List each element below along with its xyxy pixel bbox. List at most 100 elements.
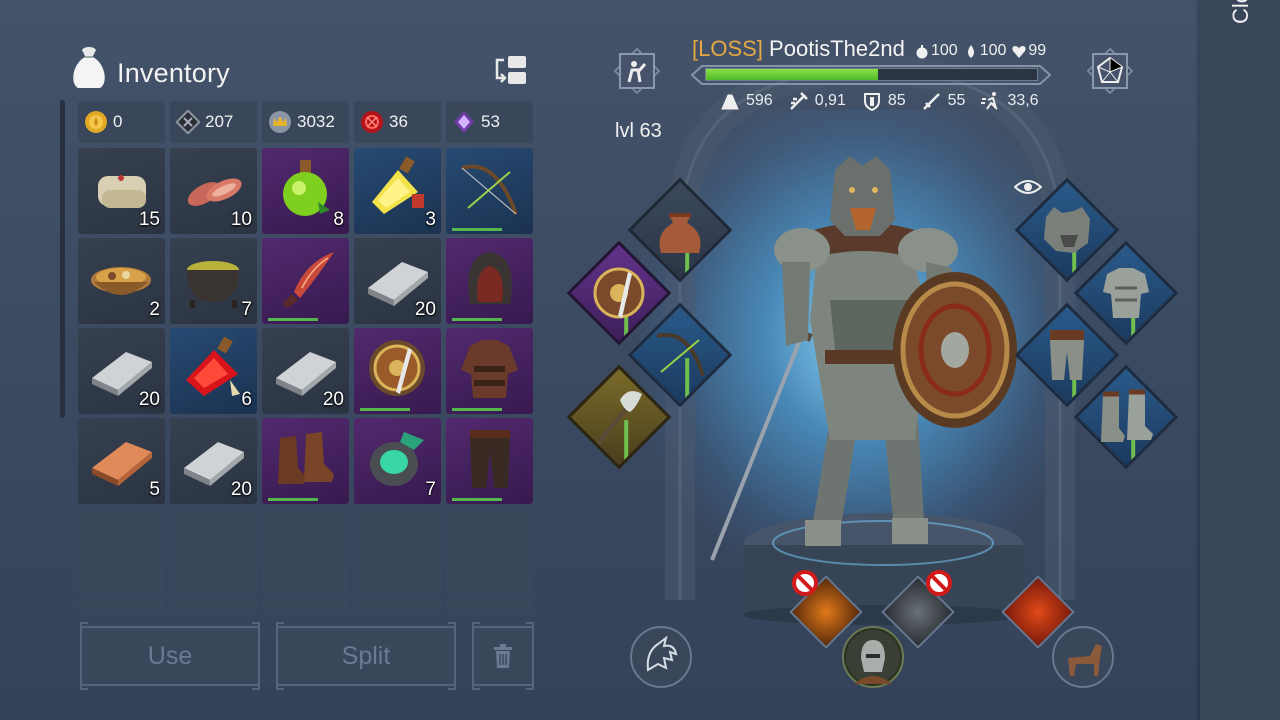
- axe-icon: [596, 391, 642, 446]
- inventory-slot-empty[interactable]: [354, 598, 441, 614]
- inventory-slot[interactable]: [354, 328, 441, 414]
- stats-radar-button[interactable]: [1087, 48, 1133, 94]
- item-quantity: 15: [138, 209, 160, 230]
- green-flask-icon: [370, 432, 424, 486]
- inventory-slot-empty[interactable]: [78, 598, 165, 614]
- item-quantity: 20: [322, 389, 344, 410]
- inventory-slot-empty[interactable]: [170, 508, 257, 594]
- item-quantity: 7: [425, 479, 436, 500]
- copper-ingot-icon: [92, 442, 152, 486]
- health-value: 99: [1028, 42, 1047, 59]
- vitals: 100 100 99: [915, 42, 1046, 60]
- item-quantity: 10: [230, 209, 252, 230]
- inventory-slot[interactable]: 2: [78, 238, 165, 324]
- item-quantity: 6: [241, 389, 252, 410]
- inventory-slot-empty[interactable]: [262, 598, 349, 614]
- bow-icon: [656, 332, 705, 377]
- resource-value: 0: [113, 112, 123, 131]
- eye-icon[interactable]: [1014, 178, 1042, 196]
- item-quantity: 7: [241, 299, 252, 320]
- mount-button[interactable]: [1052, 626, 1114, 688]
- clothing-panel[interactable]: [1200, 0, 1280, 720]
- character-portrait-button[interactable]: [842, 626, 904, 688]
- inventory-slot-empty[interactable]: [262, 508, 349, 594]
- inventory-slot-empty[interactable]: [446, 598, 533, 614]
- inventory-title: Inventory: [117, 58, 230, 88]
- inventory-slot-empty[interactable]: [78, 508, 165, 594]
- leather-armor-icon: [461, 340, 518, 398]
- damage-value: 55: [947, 92, 966, 109]
- soup-pot-icon: [187, 261, 239, 308]
- chest-armor-icon: [1103, 268, 1149, 318]
- resource-value: 3032: [297, 112, 335, 131]
- damage-icon: [922, 93, 940, 110]
- player-name-row: [LOSS] PootisThe2nd: [692, 36, 905, 62]
- customize-character-button[interactable]: [614, 48, 660, 94]
- inventory-slot[interactable]: 6: [170, 328, 257, 414]
- food-value: 100: [931, 42, 958, 59]
- inventory-scrollbar[interactable]: [60, 100, 65, 418]
- weight-stat: 596: [720, 91, 773, 111]
- split-button[interactable]: Split: [276, 622, 456, 690]
- iron-nugget-icon: [176, 110, 200, 134]
- sort-inventory-icon[interactable]: [494, 54, 528, 86]
- inventory-slot-empty[interactable]: [354, 508, 441, 594]
- water-value: 100: [979, 42, 1007, 59]
- gold-coin-icon: [85, 111, 107, 133]
- clothing-tab-label[interactable]: Clo: [1228, 0, 1254, 24]
- inventory-slot[interactable]: 7: [354, 418, 441, 504]
- inventory-slot[interactable]: [262, 238, 349, 324]
- inventory-slot[interactable]: 7: [170, 238, 257, 324]
- shield-sword-icon: [369, 340, 425, 396]
- durability-bar: [452, 408, 502, 411]
- inventory-slot[interactable]: 20: [170, 418, 257, 504]
- inventory-slot-empty[interactable]: [446, 508, 533, 594]
- inventory-slot[interactable]: 20: [78, 328, 165, 414]
- run-speed-stat: 33,6: [981, 91, 1039, 111]
- inventory-slot[interactable]: 20: [262, 328, 349, 414]
- durability-bar: [360, 408, 410, 411]
- resource-gold: 0: [78, 101, 165, 143]
- inventory-slot-empty[interactable]: [170, 598, 257, 614]
- dragon-button[interactable]: [630, 626, 692, 688]
- inventory-slot[interactable]: 20: [354, 238, 441, 324]
- armor-value: 85: [887, 92, 906, 109]
- resource-value: 207: [205, 112, 234, 131]
- player-name: PootisThe2nd: [769, 36, 905, 61]
- trash-icon: [494, 644, 512, 668]
- delete-button[interactable]: [472, 622, 534, 690]
- inventory-slot[interactable]: 15: [78, 148, 165, 234]
- clan-tag: [LOSS]: [692, 36, 763, 61]
- resource-crown-coin: 3032: [262, 101, 349, 143]
- inventory-slot[interactable]: 10: [170, 148, 257, 234]
- red-seal-icon: [361, 111, 383, 133]
- attack-speed-value: 0,91: [814, 92, 846, 109]
- use-button[interactable]: Use: [80, 622, 260, 690]
- crown-coin-icon: [269, 111, 291, 133]
- durability-bar: [452, 228, 502, 231]
- inventory-slot[interactable]: [446, 418, 533, 504]
- horse-icon: [1068, 644, 1102, 676]
- item-quantity: 20: [414, 299, 436, 320]
- inventory-slot[interactable]: 5: [78, 418, 165, 504]
- durability-bar: [268, 318, 318, 321]
- inventory-slot[interactable]: 3: [354, 148, 441, 234]
- inventory-slot[interactable]: [446, 238, 533, 324]
- blocked-icon: [926, 570, 952, 596]
- run-speed-value: 33,6: [1007, 92, 1039, 109]
- water-stat: 100: [964, 42, 1007, 60]
- run-speed-icon: [981, 92, 999, 110]
- inventory-slot[interactable]: [262, 418, 349, 504]
- xp-bar: [705, 68, 1038, 81]
- inventory-slot[interactable]: [446, 148, 533, 234]
- resource-iron-nugget: 207: [170, 101, 257, 143]
- resource-red-seal: 36: [354, 101, 441, 143]
- bow-icon: [461, 164, 518, 215]
- resource-value: 53: [481, 112, 500, 131]
- loot-bag-icon: [73, 47, 105, 88]
- health-stat: 99: [1012, 42, 1046, 60]
- xp-bar-fill: [706, 69, 879, 80]
- inventory-slot[interactable]: [446, 328, 533, 414]
- inventory-slot[interactable]: 8: [262, 148, 349, 234]
- armor-stat: 85: [862, 91, 906, 111]
